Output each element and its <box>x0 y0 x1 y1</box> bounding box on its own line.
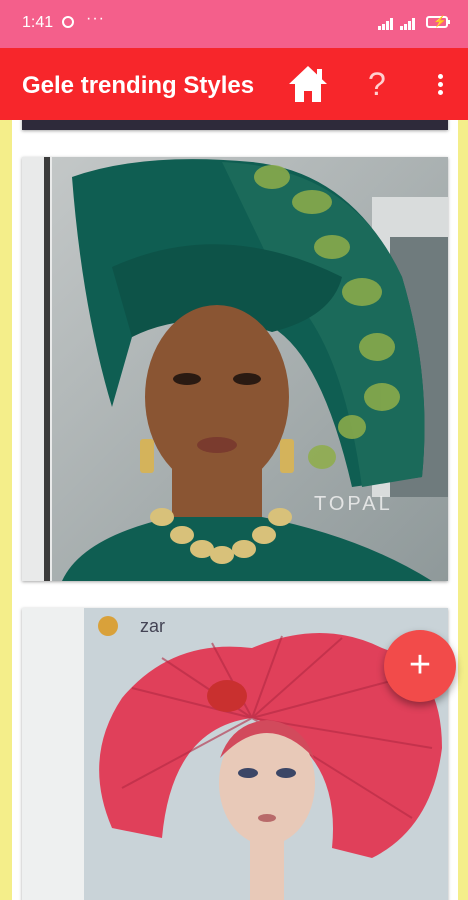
status-time: 1:41 <box>22 14 54 31</box>
feed-card[interactable]: zar <box>22 608 448 900</box>
message-icon <box>62 16 74 28</box>
app-title: Gele trending Styles <box>22 72 255 99</box>
status-bar: 1:41 ··· ⚡ <box>0 0 468 48</box>
watermark-logo <box>98 616 118 636</box>
home-icon[interactable] <box>287 64 329 104</box>
feed-card-previous[interactable] <box>22 120 448 130</box>
signal-icon <box>378 18 393 30</box>
add-fab-button[interactable]: + <box>384 630 456 702</box>
help-icon[interactable]: ? <box>368 66 386 103</box>
feed-card[interactable]: TOPAL <box>22 157 448 581</box>
image-watermark: TOPAL <box>314 493 393 515</box>
image-feed[interactable]: TOPAL zar <box>12 120 458 900</box>
signal-icon-2 <box>400 18 415 30</box>
gele-green-image <box>22 157 448 581</box>
overflow-menu-icon[interactable] <box>430 72 450 100</box>
plus-icon: + <box>408 644 432 686</box>
image-watermark: zar <box>140 616 166 636</box>
more-notifications-icon: ··· <box>86 10 105 27</box>
battery-icon: ⚡ <box>426 16 450 28</box>
app-bar: Gele trending Styles <box>0 48 468 120</box>
gele-red-image <box>22 608 448 900</box>
